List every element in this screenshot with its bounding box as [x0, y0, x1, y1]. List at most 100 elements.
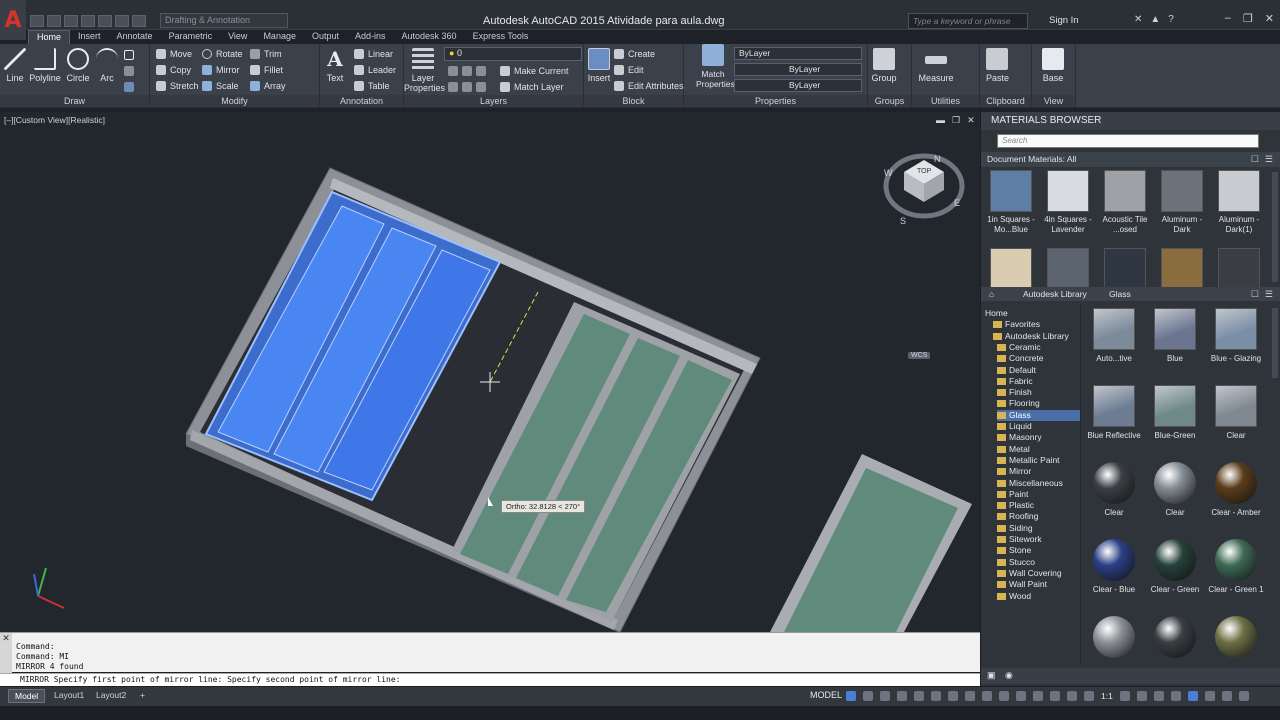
gradient-tool[interactable] — [124, 80, 134, 94]
selection-cycling-icon[interactable] — [982, 691, 992, 701]
edit-attributes-tool[interactable]: Edit Attributes — [614, 79, 684, 93]
match-layer-tool[interactable]: Match Layer — [500, 80, 564, 94]
wcs-menu[interactable]: WCS — [908, 352, 931, 359]
groups-panel-title[interactable]: Groups — [868, 95, 911, 107]
tree-item-glass[interactable]: Glass — [997, 409, 1080, 421]
mirror-tool[interactable]: Mirror — [202, 63, 240, 77]
base-view-tool[interactable]: Base — [1042, 48, 1064, 83]
tree-item-home[interactable]: Home — [985, 308, 1080, 319]
tree-item-default[interactable]: Default — [997, 365, 1080, 376]
gizmo-icon[interactable] — [1050, 691, 1060, 701]
isolate-objects-icon[interactable] — [1187, 691, 1198, 701]
document-material-item[interactable]: 1in Squares - Mo...Blue — [985, 170, 1037, 235]
linear-dim-tool[interactable]: Linear — [354, 47, 393, 61]
create-material-icon[interactable]: ▣ — [987, 670, 996, 681]
layer-state-tools[interactable] — [448, 64, 486, 78]
viewcube-west[interactable]: W — [884, 168, 893, 178]
document-material-item[interactable]: Acoustic Tile ...osed — [1099, 170, 1151, 235]
tree-item-mirror[interactable]: Mirror — [997, 466, 1080, 477]
drawing-viewport[interactable]: [–][Custom View][Realistic] ▬ ❐ ✕ TOP N … — [0, 112, 980, 632]
list-options-icon[interactable]: ☰ — [1265, 154, 1273, 165]
lineweight-icon[interactable] — [948, 691, 958, 701]
tab-layout1[interactable]: Layout1 — [48, 689, 90, 701]
table-tool[interactable]: Table — [354, 79, 390, 93]
tree-item-stucco[interactable]: Stucco — [997, 557, 1080, 568]
layer-lock-tools[interactable] — [448, 80, 486, 94]
utilities-panel-title[interactable]: Utilities — [912, 95, 979, 107]
3d-osnap-icon[interactable] — [999, 691, 1009, 701]
viewcube-north[interactable]: N — [934, 154, 941, 164]
glass-material-item[interactable]: Clear - Green 1 — [1206, 539, 1266, 595]
modify-panel-title[interactable]: Modify — [150, 95, 319, 107]
auto-scale-icon[interactable] — [1084, 691, 1094, 701]
hatch-tool[interactable] — [124, 64, 134, 78]
tree-item-masonry[interactable]: Masonry — [997, 432, 1080, 443]
osnap-icon[interactable] — [914, 691, 924, 701]
materials-search-input[interactable]: Search — [997, 134, 1259, 148]
create-block-tool[interactable]: Create — [614, 47, 655, 61]
minimize-button[interactable]: – — [1225, 12, 1231, 25]
clean-screen-icon[interactable] — [1221, 691, 1232, 701]
tab-home[interactable]: Home — [28, 30, 71, 44]
document-material-item[interactable]: Aluminum - Dark — [1156, 170, 1208, 235]
snap-icon[interactable] — [863, 691, 873, 701]
measure-tool[interactable]: Measure — [918, 48, 954, 83]
linetype-dropdown[interactable]: ByLayer — [734, 63, 862, 76]
tree-item-sitework[interactable]: Sitework — [997, 534, 1080, 545]
plot-icon[interactable] — [98, 15, 112, 27]
dynamic-ucs-icon[interactable] — [1016, 691, 1026, 701]
text-tool[interactable]: A Text — [324, 48, 346, 83]
layer-dropdown[interactable]: ● 0 — [444, 47, 582, 61]
tree-item-concrete[interactable]: Concrete — [997, 353, 1080, 364]
layers-panel-title[interactable]: Layers — [404, 95, 583, 107]
glass-material-item[interactable]: Blue - Glazing — [1206, 308, 1266, 364]
block-panel-title[interactable]: Block — [584, 95, 683, 107]
glass-material-item[interactable] — [1206, 616, 1266, 662]
add-layout-icon[interactable]: + — [134, 689, 151, 701]
redo-icon[interactable] — [132, 15, 146, 27]
new-file-icon[interactable] — [30, 15, 44, 27]
tab-parametric[interactable]: Parametric — [161, 30, 221, 44]
tree-item-paint[interactable]: Paint — [997, 489, 1080, 500]
rectangle-tool[interactable] — [124, 48, 134, 62]
home-icon[interactable]: ⌂ — [989, 289, 994, 299]
view-panel-title[interactable]: View — [1032, 95, 1075, 107]
tree-item-wood[interactable]: Wood — [997, 591, 1080, 602]
polar-icon[interactable] — [897, 691, 907, 701]
document-material-item[interactable]: 4in Squares - Lavender — [1042, 170, 1094, 235]
clipboard-panel-title[interactable]: Clipboard — [980, 95, 1031, 107]
glass-material-item[interactable]: Clear - Amber — [1206, 462, 1266, 518]
close-button[interactable]: ✕ — [1265, 12, 1274, 25]
tree-item-wall-covering[interactable]: Wall Covering — [997, 568, 1080, 579]
tree-item-roofing[interactable]: Roofing — [997, 511, 1080, 522]
array-tool[interactable]: Array — [250, 79, 286, 93]
fillet-tool[interactable]: Fillet — [250, 63, 283, 77]
help-search-input[interactable]: Type a keyword or phrase — [908, 13, 1028, 29]
customization-icon[interactable] — [1238, 691, 1249, 701]
annotation-monitor-icon[interactable] — [1136, 691, 1147, 701]
group-tool[interactable]: Group — [870, 48, 898, 83]
tab-model[interactable]: Model — [8, 689, 46, 703]
save-as-icon[interactable] — [81, 15, 95, 27]
insert-tool[interactable]: Insert — [586, 48, 612, 83]
undo-icon[interactable] — [115, 15, 129, 27]
tree-item-fabric[interactable]: Fabric — [997, 376, 1080, 387]
glass-material-item[interactable]: Clear - Green — [1145, 539, 1205, 595]
paste-tool[interactable]: Paste — [986, 48, 1009, 83]
tree-item-wall-paint[interactable]: Wall Paint — [997, 579, 1080, 590]
tree-item-ceramic[interactable]: Ceramic — [997, 342, 1080, 353]
viewcube-top-label[interactable]: TOP — [917, 168, 931, 175]
scale-tool[interactable]: Scale — [202, 79, 239, 93]
annotation-scale[interactable]: 1:1 — [1101, 691, 1113, 701]
tab-manage[interactable]: Manage — [255, 30, 304, 44]
tab-layout2[interactable]: Layout2 — [90, 689, 132, 701]
tree-item-metal[interactable]: Metal — [997, 444, 1080, 455]
tab-express-tools[interactable]: Express Tools — [465, 30, 537, 44]
tree-item-flooring[interactable]: Flooring — [997, 398, 1080, 409]
color-dropdown[interactable]: ByLayer — [734, 47, 862, 60]
model-space-button[interactable]: MODEL — [810, 690, 842, 700]
connect-icon[interactable]: ▲ — [1150, 14, 1160, 25]
command-input[interactable]: MIRROR Specify first point of mirror lin… — [0, 673, 980, 686]
viewcube-east[interactable]: E — [954, 198, 960, 208]
tab-add-ins[interactable]: Add-ins — [347, 30, 394, 44]
